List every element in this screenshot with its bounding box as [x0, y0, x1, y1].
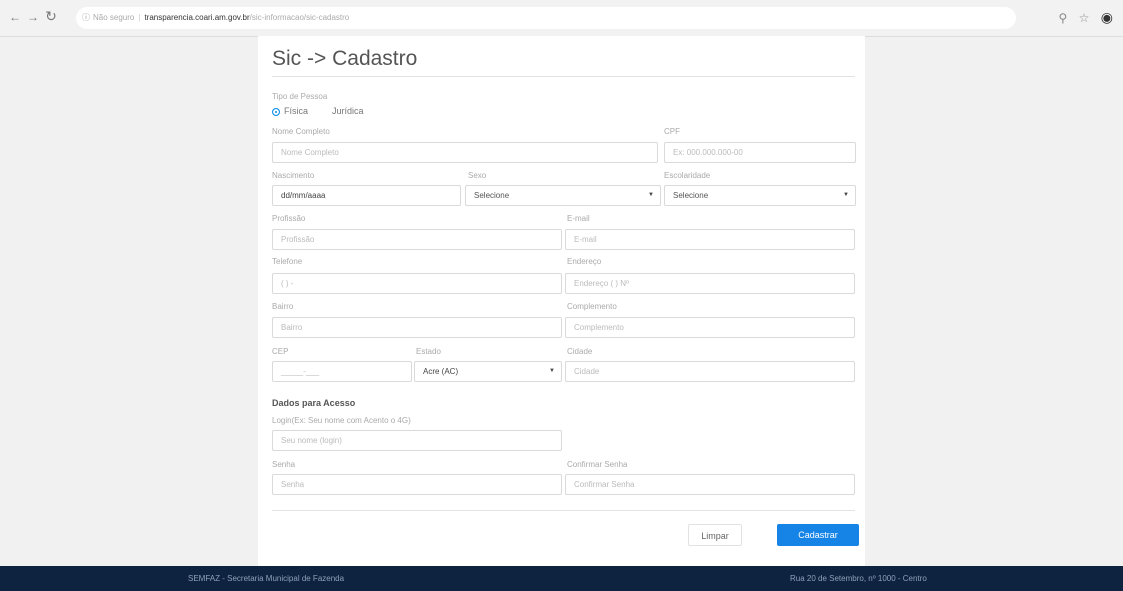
telefone-label: Telefone — [272, 257, 303, 266]
senha-label: Senha — [272, 460, 296, 469]
radio-juridica[interactable]: Jurídica — [320, 106, 364, 116]
page-title: Sic -> Cadastro — [272, 47, 418, 70]
radio-juridica-label: Jurídica — [332, 106, 364, 116]
endereco-label: Endereço — [567, 257, 602, 266]
chevron-down-icon: ▼ — [648, 192, 654, 198]
person-type-label: Tipo de Pessoa — [272, 92, 328, 101]
estado-label: Estado — [416, 347, 441, 356]
nome-label: Nome Completo — [272, 127, 330, 136]
form-divider — [272, 510, 855, 511]
confirmar-senha-label: Confirmar Senha — [567, 460, 628, 469]
chevron-down-icon: ▼ — [843, 192, 849, 198]
complemento-input[interactable]: Complemento — [565, 317, 855, 338]
escolaridade-select[interactable]: Selecione ▼ — [664, 185, 856, 206]
security-label: Não seguro — [93, 13, 135, 22]
footer-address: Rua 20 de Setembro, nº 1000 - Centro — [790, 574, 927, 583]
info-icon[interactable]: ⓘ — [82, 13, 90, 22]
url-path: /sic-informacao/sic-cadastro — [249, 13, 350, 22]
footer: SEMFAZ - Secretaria Municipal de Fazenda… — [0, 566, 1123, 591]
login-input[interactable]: Seu nome (login) — [272, 430, 562, 451]
nome-input[interactable]: Nome Completo — [272, 142, 658, 163]
radio-checked-icon — [272, 107, 280, 116]
cpf-input[interactable]: Ex: 000.000.000-00 — [664, 142, 856, 163]
nascimento-input[interactable]: dd/mm/aaaa — [272, 185, 461, 206]
complemento-label: Complemento — [567, 302, 617, 311]
escolaridade-value: Selecione — [673, 191, 709, 200]
escolaridade-label: Escolaridade — [664, 171, 711, 180]
radio-fisica[interactable]: Física — [272, 106, 308, 116]
zoom-icon[interactable]: ⚲ — [1059, 11, 1068, 25]
telefone-input[interactable]: ( ) - — [272, 273, 562, 294]
login-label: Login(Ex: Seu nome com Acento o 4G) — [272, 416, 411, 425]
clear-button[interactable]: Limpar — [688, 524, 742, 546]
radio-unchecked-icon — [320, 107, 328, 116]
back-icon[interactable]: ← — [8, 10, 22, 24]
estado-select[interactable]: Acre (AC) ▼ — [414, 361, 562, 382]
url-host: transparencia.coari.am.gov.br — [144, 13, 250, 22]
star-icon[interactable]: ☆ — [1079, 11, 1090, 25]
cpf-label: CPF — [664, 127, 680, 136]
sexo-select[interactable]: Selecione ▼ — [465, 185, 661, 206]
endereco-input[interactable]: Endereço ( ) Nº — [565, 273, 855, 294]
profissao-input[interactable]: Profissão — [272, 229, 562, 250]
senha-input[interactable]: Senha — [272, 474, 562, 495]
chevron-down-icon: ▼ — [549, 368, 555, 374]
browser-toolbar: ← → ↻ ⓘ Não seguro | transparencia.coari.am… — [0, 0, 1123, 37]
email-label: E-mail — [567, 214, 590, 223]
cidade-input[interactable]: Cidade — [565, 361, 855, 382]
email-input[interactable]: E-mail — [565, 229, 855, 250]
estado-value: Acre (AC) — [423, 367, 459, 376]
registration-page: Sic -> Cadastro Tipo de Pessoa Física Ju… — [258, 36, 865, 566]
account-icon[interactable]: ◉ — [1101, 9, 1113, 26]
submit-button[interactable]: Cadastrar — [777, 524, 859, 546]
access-section-title: Dados para Acesso — [272, 398, 356, 408]
confirmar-senha-input[interactable]: Confirmar Senha — [565, 474, 855, 495]
footer-org: SEMFAZ - Secretaria Municipal de Fazenda — [188, 574, 345, 583]
cep-label: CEP — [272, 347, 289, 356]
browser-actions: ⚲ ☆ ◉ — [1051, 9, 1113, 26]
cidade-label: Cidade — [567, 347, 593, 356]
radio-fisica-label: Física — [284, 106, 309, 116]
sexo-value: Selecione — [474, 191, 510, 200]
forward-icon[interactable]: → — [26, 10, 40, 24]
bairro-label: Bairro — [272, 302, 294, 311]
address-bar[interactable]: ⓘ Não seguro | transparencia.coari.am.gov.b… — [76, 7, 1016, 29]
sexo-label: Sexo — [468, 171, 487, 180]
profissao-label: Profissão — [272, 214, 306, 223]
reload-icon[interactable]: ↻ — [44, 9, 58, 23]
bairro-input[interactable]: Bairro — [272, 317, 562, 338]
nascimento-label: Nascimento — [272, 171, 315, 180]
title-divider — [272, 76, 855, 77]
cep-input[interactable]: _____-___ — [272, 361, 412, 382]
